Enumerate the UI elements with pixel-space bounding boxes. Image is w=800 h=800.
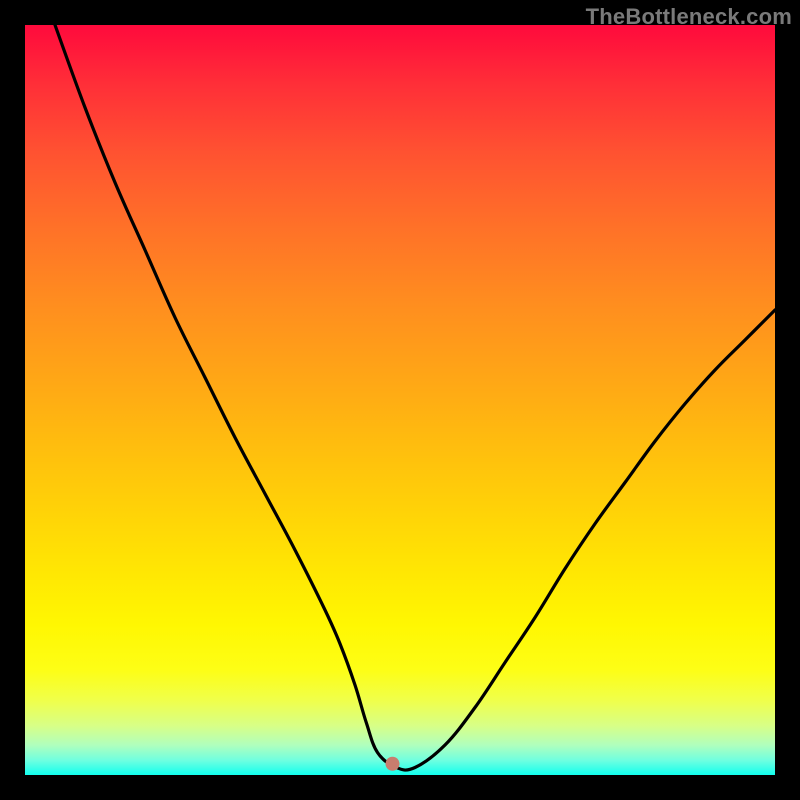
bottleneck-curve <box>55 25 775 770</box>
minimum-marker <box>386 757 400 771</box>
curve-svg <box>25 25 775 775</box>
plot-area <box>25 25 775 775</box>
chart-container: TheBottleneck.com <box>0 0 800 800</box>
